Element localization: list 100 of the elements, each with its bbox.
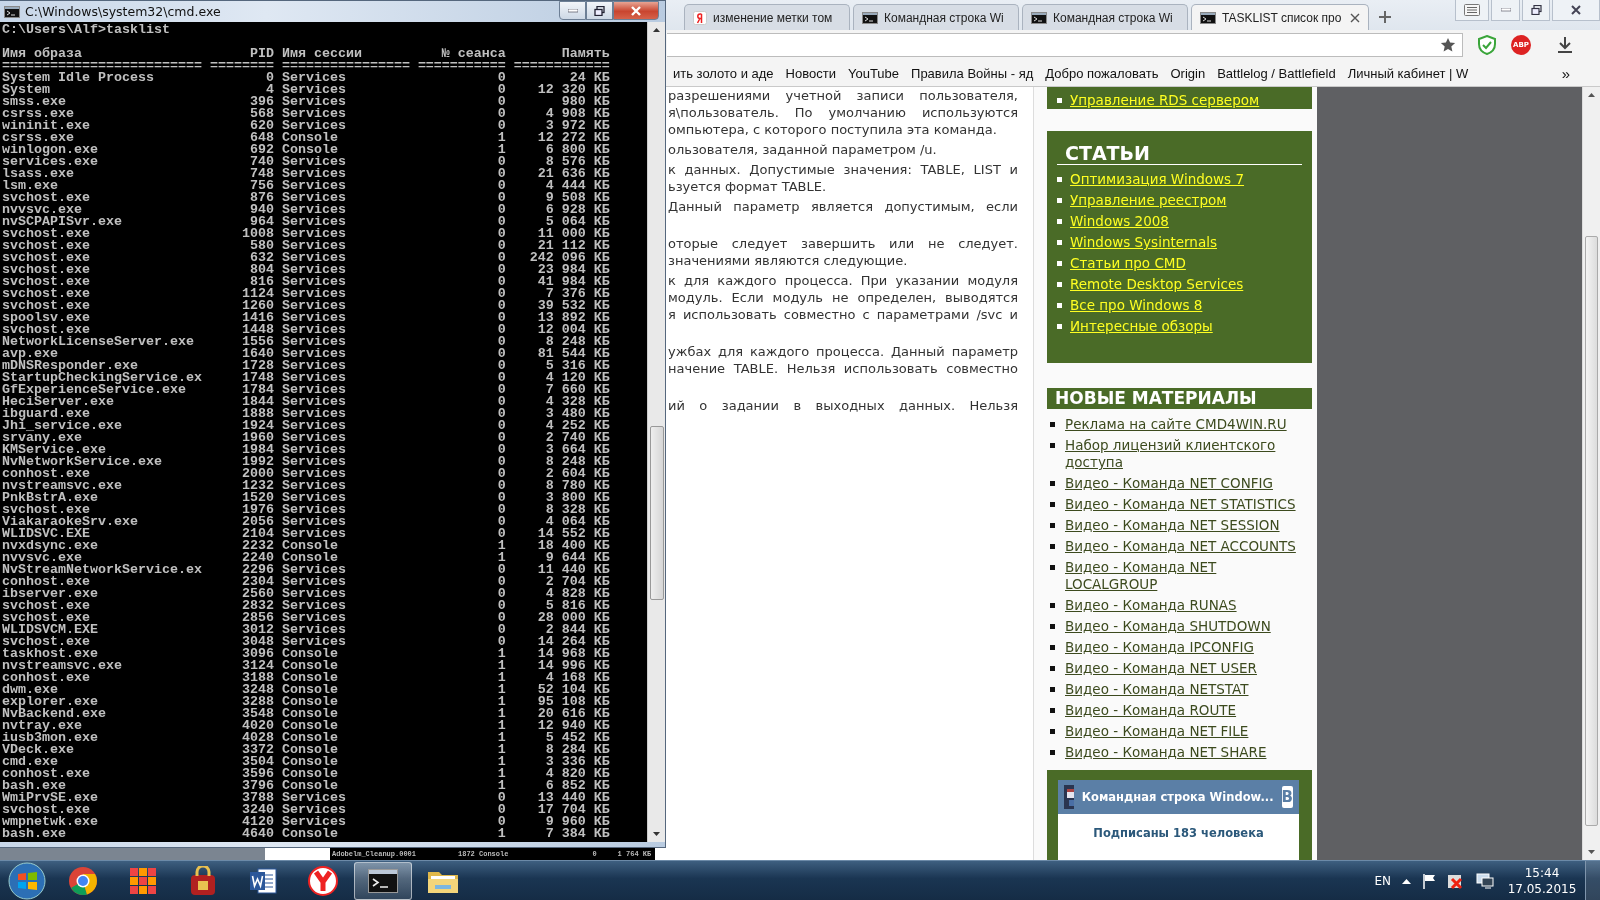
table-cell-text: Services: [280, 228, 347, 240]
table-cell-text: System Idle Process: [2, 72, 155, 84]
article-link[interactable]: Видео - Команда NET SESSION: [1065, 517, 1312, 534]
separator-text: ========: [208, 60, 274, 72]
table-cell-text: Console: [280, 756, 339, 768]
article-link[interactable]: Видео - Команда NET USER: [1065, 660, 1312, 677]
article-link[interactable]: Видео - Команда SHUTDOWN: [1065, 618, 1312, 635]
download-icon[interactable]: [1557, 36, 1573, 54]
scrollbar-thumb[interactable]: [649, 426, 664, 600]
table-cell-text: 3048: [240, 636, 274, 648]
table-cell-text: 1: [496, 720, 506, 732]
table-cell-text: 12 940 КБ: [536, 720, 610, 732]
table-cell-text: 964: [249, 216, 274, 228]
bullet-icon: [1050, 624, 1055, 629]
table-cell-text: 4028: [240, 732, 274, 744]
taskbar-button[interactable]: [354, 861, 412, 900]
shield-icon[interactable]: [1477, 35, 1497, 55]
maximize-button[interactable]: [1522, 0, 1550, 21]
bookmark[interactable]: Новости: [779, 65, 842, 81]
clock[interactable]: 15:44 17.05.2015: [1505, 864, 1579, 897]
scrollbar-thumb[interactable]: [1585, 236, 1598, 826]
table-cell-text: 0: [496, 444, 506, 456]
browser-tab[interactable]: TASKLIST список про: [1191, 4, 1369, 30]
bookmark[interactable]: Правила Войны - яд: [905, 65, 1040, 81]
bookmark[interactable]: YouTube: [841, 65, 906, 81]
article-link[interactable]: Видео - Команда NET LOCALGROUP: [1065, 559, 1312, 593]
table-cell-text: WLIDSVCM.EXE: [2, 624, 99, 636]
star-icon[interactable]: [1440, 37, 1456, 53]
sidebar-link[interactable]: Статьи про CMD: [1070, 255, 1186, 272]
article-link[interactable]: Видео - Команда NET CONFIG: [1065, 475, 1312, 492]
sidebar-link[interactable]: Интересные обзоры: [1070, 318, 1213, 335]
article-link[interactable]: Видео - Команда NET ACCOUNTS: [1065, 538, 1312, 555]
table-cell-text: 0: [496, 120, 506, 132]
sidebar-link[interactable]: Windows 2008: [1070, 213, 1169, 230]
padlock-icon: [189, 865, 217, 896]
article-link[interactable]: Видео - Команда NET STATISTICS: [1065, 496, 1312, 513]
maximize-button[interactable]: [586, 1, 613, 20]
table-cell-text: 0: [496, 468, 506, 480]
bookmark[interactable]: Личный кабинет | W: [1341, 65, 1475, 81]
table-cell-text: 8 248 КБ: [545, 336, 610, 348]
scrollbar[interactable]: [1582, 87, 1600, 860]
bookmarks-more-button[interactable]: »: [1555, 64, 1576, 82]
close-icon[interactable]: [1350, 12, 1360, 23]
article-link[interactable]: Видео - Команда IPCONFIG: [1065, 639, 1312, 656]
article-link[interactable]: Видео - Команда NETSTAT: [1065, 681, 1312, 698]
widget-title[interactable]: Командная строка Window...: [1081, 790, 1274, 804]
article-link[interactable]: Набор лицензий клиентского доступа: [1065, 437, 1312, 471]
table-cell-text: Jhi_service.exe: [2, 420, 123, 432]
table-cell-text: csrss.exe: [2, 108, 74, 120]
article-link[interactable]: Видео - Команда ROUTE: [1065, 702, 1312, 719]
flag-icon[interactable]: [1422, 872, 1436, 889]
browser-tab[interactable]: Командная строка Wi: [853, 4, 1019, 30]
close-button[interactable]: [1552, 0, 1600, 21]
table-cell-text: csrss.exe: [2, 132, 74, 144]
bookmark[interactable]: Добро пожаловать: [1039, 65, 1165, 81]
table-cell-text: 3240: [240, 804, 274, 816]
table-cell-text: 20 616 КБ: [536, 708, 610, 720]
start-button[interactable]: [7, 860, 47, 900]
article-link[interactable]: Видео - Команда NET FILE: [1065, 723, 1312, 740]
minimize-button[interactable]: [559, 1, 586, 20]
sidebar-link[interactable]: Remote Desktop Services: [1070, 276, 1244, 293]
network-icon[interactable]: [1476, 872, 1494, 889]
article-link[interactable]: Реклама на сайте CMD4WIN.RU: [1065, 416, 1312, 433]
article-link[interactable]: Видео - Команда NET SHARE: [1065, 744, 1312, 761]
table-cell-text: ibguard.exe: [2, 408, 90, 420]
menu-button[interactable]: [1455, 0, 1489, 21]
browser-tab[interactable]: Командная строка Wi: [1022, 4, 1188, 30]
new-tab-icon[interactable]: [1378, 10, 1392, 24]
table-cell-text: nvvsvc.exe: [2, 552, 82, 564]
table-cell-text: 3124: [240, 660, 274, 672]
table-cell-text: 1008: [240, 228, 274, 240]
sidebar-link[interactable]: Windows Sysinternals: [1070, 234, 1217, 251]
up-arrow-icon[interactable]: [1402, 877, 1411, 884]
sidebar-link[interactable]: Оптимизация Windows 7: [1070, 171, 1245, 188]
table-cell-text: 0: [496, 492, 506, 504]
show-desktop-button[interactable]: [1585, 860, 1600, 900]
article-link[interactable]: Видео - Команда RUNAS: [1065, 597, 1312, 614]
sidebar-link[interactable]: Все про Windows 8: [1070, 297, 1203, 314]
browser-tab[interactable]: изменение метки том: [684, 4, 850, 30]
column-header: Память: [560, 48, 610, 60]
document-icon: [249, 866, 277, 895]
close-icon: [1570, 5, 1582, 15]
close-button[interactable]: [613, 1, 659, 20]
table-cell-text: 1: [496, 768, 506, 780]
sidebar-link[interactable]: Управление реестром: [1070, 192, 1227, 209]
scrollbar[interactable]: [647, 22, 665, 842]
table-cell-text: 23 984 КБ: [536, 264, 610, 276]
table-cell-text: 5 316 КБ: [544, 360, 610, 372]
bookmark[interactable]: ить золото и аде: [667, 65, 780, 81]
social-button[interactable]: В: [1281, 786, 1293, 808]
bookmark[interactable]: Origin: [1164, 65, 1212, 81]
table-cell-text: 3248: [240, 684, 274, 696]
language-indicator[interactable]: EN: [1374, 873, 1391, 888]
sidebar-link[interactable]: Управление RDS сервером: [1070, 92, 1260, 109]
bullet-icon: [1050, 443, 1055, 448]
bookmark[interactable]: Battlelog / Battlefield: [1211, 65, 1342, 81]
table-cell-text: 980 КБ: [560, 96, 610, 108]
table-cell-text: conhost.exe: [2, 576, 90, 588]
table-cell-text: 0: [496, 240, 506, 252]
table-cell-text: bash.exe: [2, 828, 66, 840]
